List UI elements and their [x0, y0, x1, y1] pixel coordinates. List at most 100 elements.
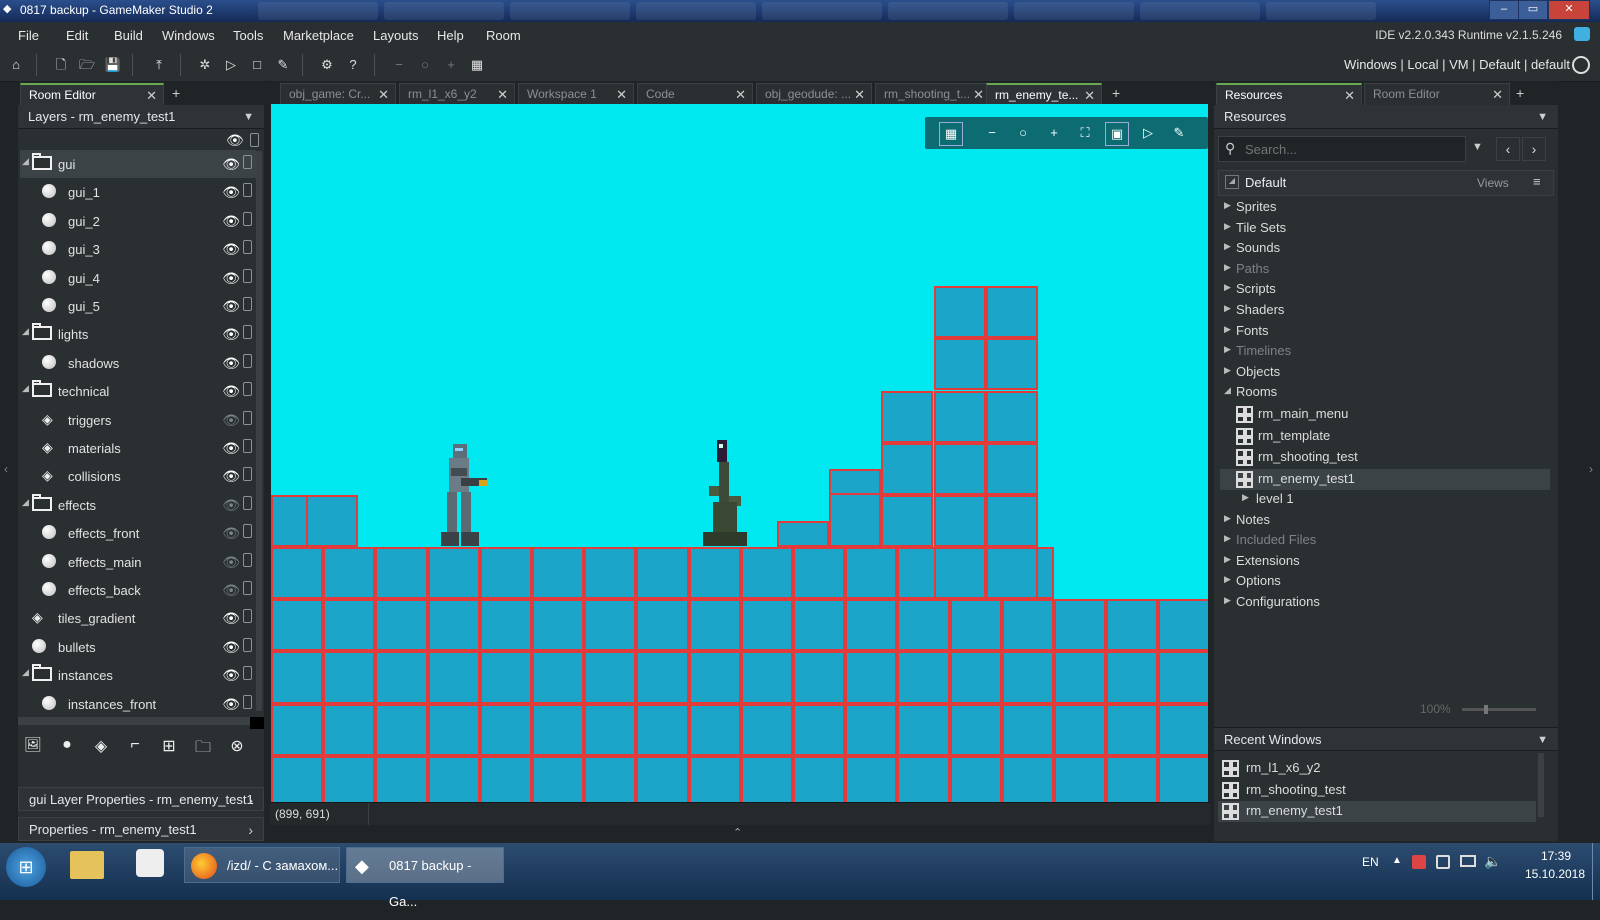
layers-dropdown[interactable]: Layers - rm_enemy_test1 ▼ — [18, 105, 264, 129]
clock-time[interactable]: 17:39 — [1530, 849, 1582, 863]
layer-row-effects-main[interactable]: effects_main 👁 — [20, 548, 256, 576]
player-sprite[interactable] — [431, 442, 491, 550]
lock-icon[interactable] — [243, 524, 252, 539]
add-tab-icon[interactable]: + — [1112, 85, 1120, 101]
back-icon[interactable]: ‹ — [1496, 137, 1520, 161]
expand-triangle-icon[interactable]: ▶ — [1224, 282, 1231, 293]
resource-folder-sprites[interactable]: ▶ Sprites — [1220, 197, 1550, 218]
editor-tab[interactable]: obj_geodude: ... ✕ — [756, 83, 872, 105]
lock-icon[interactable] — [243, 325, 252, 340]
layer-row-tiles-gradient[interactable]: ◈ tiles_gradient 👁 — [20, 604, 256, 632]
grid-toggle-icon[interactable]: ▦ — [939, 122, 963, 146]
menu-help[interactable]: Help — [437, 28, 464, 43]
room-item-rm-enemy-test1[interactable]: rm_enemy_test1 — [1220, 468, 1550, 490]
volume-icon[interactable]: 🔈 — [1484, 853, 1501, 870]
taskbar-firefox[interactable]: /izd/ - С замахом... — [184, 847, 340, 883]
resource-folder-fonts[interactable]: ▶ Fonts — [1220, 321, 1550, 342]
zoom-slider-handle[interactable] — [1484, 705, 1488, 714]
eye-icon[interactable]: 👁 — [222, 610, 240, 627]
layer-row-lights[interactable]: ◢ lights 👁 — [20, 320, 256, 348]
close-icon[interactable]: ✕ — [497, 84, 508, 105]
add-path-layer-icon[interactable]: ⌐ — [124, 736, 146, 758]
tray-app-icon[interactable] — [1436, 855, 1450, 869]
zoom-in-icon[interactable]: + — [440, 54, 462, 76]
expand-triangle-icon[interactable]: ▶ — [1224, 324, 1231, 335]
action-center-icon[interactable] — [1412, 855, 1426, 869]
expand-triangle-icon[interactable]: ▶ — [1224, 303, 1231, 314]
lock-icon[interactable] — [243, 666, 252, 681]
resource-folder-extensions[interactable]: ▶ Extensions — [1220, 551, 1550, 572]
menu-icon[interactable]: ≡ — [1533, 174, 1541, 189]
expand-triangle-icon[interactable]: ▶ — [1224, 221, 1231, 232]
menu-room[interactable]: Room — [486, 28, 521, 43]
expand-triangle-icon[interactable]: ▶ — [1224, 365, 1231, 376]
eye-icon[interactable]: 👁 — [222, 440, 240, 457]
resources-dropdown[interactable]: Resources ▼ — [1214, 105, 1558, 129]
eye-icon[interactable]: 👁 — [222, 355, 240, 372]
eye-hidden-icon[interactable]: 👁 — [222, 412, 240, 429]
collapse-left-icon[interactable]: ‹ — [4, 462, 8, 476]
zoom-out-icon[interactable]: − — [981, 122, 1003, 144]
lock-icon[interactable] — [243, 495, 252, 510]
recent-window-item[interactable]: rm_shooting_test — [1218, 780, 1536, 801]
zoom-in-icon[interactable]: + — [1043, 122, 1065, 144]
expand-triangle-icon[interactable]: ◢ — [22, 326, 29, 337]
expand-triangle-icon[interactable]: ◢ — [22, 383, 29, 394]
close-icon[interactable]: ✕ — [854, 84, 865, 105]
lock-icon[interactable] — [243, 155, 252, 169]
resource-folder-sounds[interactable]: ▶ Sounds — [1220, 238, 1550, 259]
expand-triangle-icon[interactable]: ▶ — [1224, 554, 1231, 565]
editor-tab[interactable]: rm_enemy_te... ✕ — [986, 83, 1102, 105]
layer-row-gui-1[interactable]: gui_1 👁 — [20, 178, 256, 206]
eye-icon[interactable]: 👁 — [222, 213, 240, 230]
resource-folder-shaders[interactable]: ▶ Shaders — [1220, 300, 1550, 321]
zoom-reset-icon[interactable]: ○ — [1012, 122, 1034, 144]
pinned-app-icon[interactable] — [136, 849, 164, 877]
menu-file[interactable]: File — [18, 28, 39, 43]
room-item-rm-shooting-test[interactable]: rm_shooting_test — [1220, 447, 1550, 468]
chat-icon[interactable] — [1574, 27, 1590, 41]
expand-triangle-icon[interactable]: ▶ — [1224, 262, 1231, 273]
tab-resources[interactable]: Resources ✕ — [1216, 83, 1362, 105]
expand-triangle-icon[interactable]: ▶ — [1224, 533, 1231, 544]
layers-scrollbar[interactable] — [256, 151, 262, 711]
add-tab-icon[interactable]: + — [1516, 85, 1524, 101]
layers-hscrollbar[interactable] — [18, 717, 256, 725]
clean-icon[interactable]: ✎ — [272, 54, 294, 76]
close-window-button[interactable]: ✕ — [1548, 0, 1590, 20]
resource-folder-paths[interactable]: ▶ Paths — [1220, 259, 1550, 280]
room-sub-item-level-1[interactable]: ▶ level 1 — [1220, 489, 1550, 510]
eye-hidden-icon[interactable]: 👁 — [222, 582, 240, 599]
eye-icon[interactable]: 👁 — [222, 241, 240, 258]
layer-row-instances[interactable]: ◢ instances 👁 — [20, 661, 256, 689]
layer-row-instances-front[interactable]: instances_front 👁 — [20, 690, 256, 718]
layer-row-gui-5[interactable]: gui_5 👁 — [20, 292, 256, 320]
layer-row-materials[interactable]: ◈ materials 👁 — [20, 434, 256, 462]
eye-icon[interactable]: 👁 — [222, 468, 240, 485]
resource-folder-rooms[interactable]: ◢ Rooms — [1220, 382, 1550, 403]
expand-triangle-icon[interactable]: ◢ — [22, 156, 29, 167]
group-collapse-icon[interactable]: ◢ — [1225, 175, 1239, 189]
target-settings-icon[interactable] — [1572, 56, 1590, 74]
taskbar-gamemaker[interactable]: ◆ 0817 backup - Ga... — [346, 847, 504, 909]
lock-icon[interactable] — [243, 297, 252, 311]
layer-row-bullets[interactable]: bullets 👁 — [20, 633, 256, 661]
add-background-layer-icon[interactable]: 🖼 — [22, 736, 44, 758]
new-project-icon[interactable]: 🗋 — [50, 54, 72, 76]
expand-triangle-icon[interactable]: ▶ — [1224, 513, 1231, 524]
expand-triangle-icon[interactable]: ▶ — [1224, 574, 1231, 585]
room-canvas[interactable]: ▦ − ○ + ⛶ ▣ ▷ ✎ — [271, 104, 1208, 802]
lock-icon[interactable] — [243, 467, 252, 482]
eye-icon[interactable]: 👁 — [222, 696, 240, 713]
expand-triangle-icon[interactable]: ◢ — [22, 667, 29, 678]
clock-date[interactable]: 15.10.2018 — [1520, 867, 1590, 881]
gui-layer-properties-button[interactable]: gui Layer Properties - rm_enemy_test1 › — [18, 787, 264, 811]
add-instance-layer-icon[interactable]: ● — [56, 736, 78, 758]
resource-folder-timelines[interactable]: ▶ Timelines — [1220, 341, 1550, 362]
eye-icon[interactable]: 👁 — [226, 132, 244, 149]
lock-icon[interactable] — [243, 694, 252, 709]
add-tile-layer-icon[interactable]: ◈ — [90, 736, 112, 758]
menu-windows[interactable]: Windows — [162, 28, 215, 43]
expand-triangle-icon[interactable]: ▶ — [1224, 595, 1231, 606]
play-icon[interactable]: ▷ — [1137, 122, 1159, 144]
